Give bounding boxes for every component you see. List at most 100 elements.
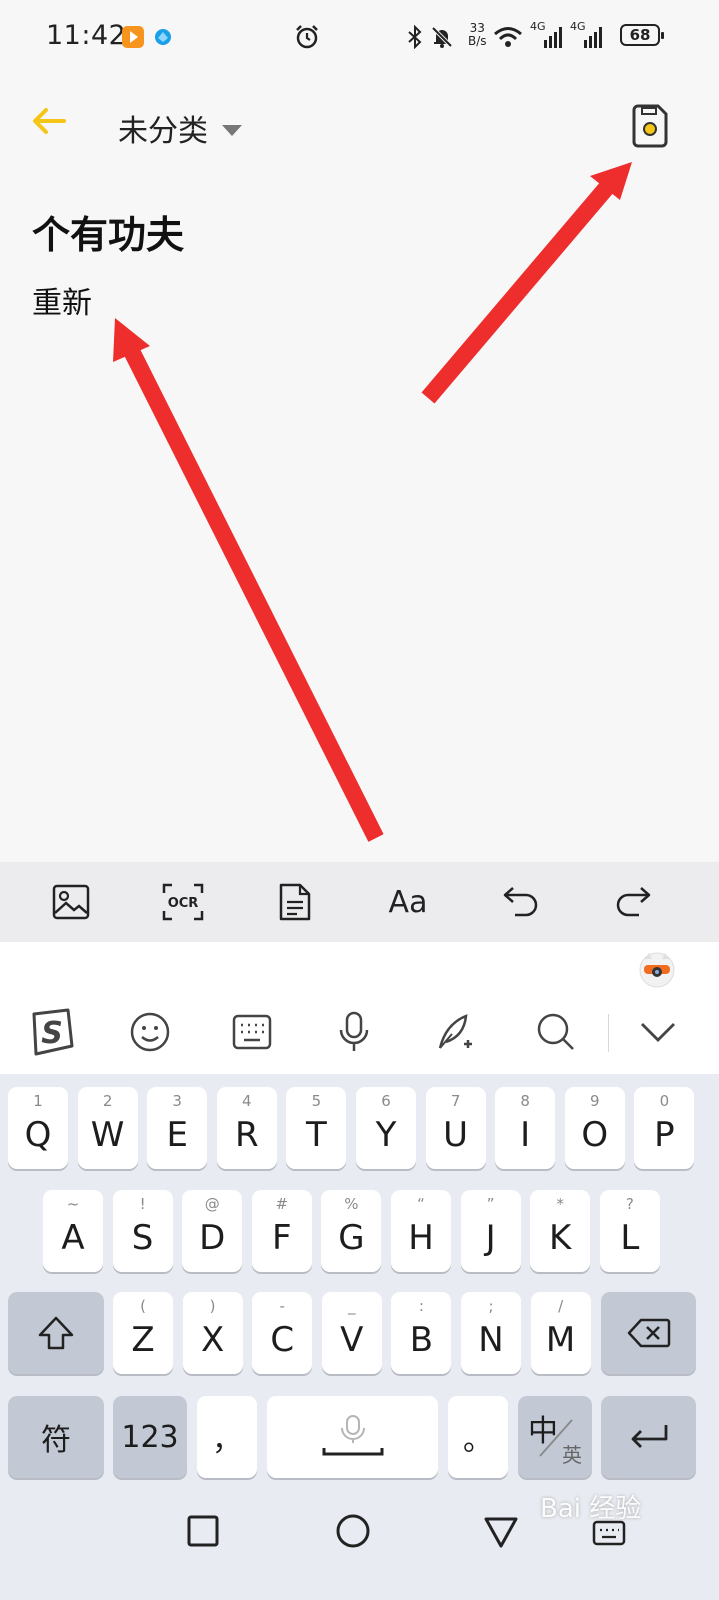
key-hint: 8	[520, 1092, 530, 1110]
search-icon	[537, 1013, 574, 1050]
key-i[interactable]: 8I	[495, 1087, 556, 1169]
key-z[interactable]: (Z	[113, 1292, 173, 1374]
key-hint: (	[140, 1297, 146, 1315]
keyboard-icon	[232, 1014, 272, 1050]
key-hint: _	[348, 1297, 356, 1315]
key-letter: Y	[375, 1115, 397, 1155]
key-letter: U	[443, 1115, 469, 1155]
status-bar: 11:42 33 B/s 4G 4G 68	[0, 0, 719, 74]
key-f[interactable]: # F	[251, 1190, 312, 1272]
key-c[interactable]: -C	[252, 1292, 313, 1374]
network-type-2: 4G	[570, 20, 586, 33]
keyboard-layout-button[interactable]	[222, 1002, 282, 1062]
recents-button[interactable]	[184, 1512, 222, 1550]
category-label: 未分类	[118, 114, 208, 149]
backspace-key[interactable]	[601, 1292, 696, 1374]
undo-button[interactable]	[486, 862, 556, 942]
key-hint: -	[279, 1297, 285, 1315]
note-title[interactable]: 个有功夫	[32, 204, 184, 259]
key-letter: M	[545, 1320, 576, 1360]
key-k[interactable]: * K	[530, 1190, 591, 1272]
key-d[interactable]: @ D	[182, 1190, 243, 1272]
sogou-s-icon: S	[32, 1008, 74, 1056]
key-letter: N	[478, 1320, 504, 1360]
symbols-key[interactable]: 符	[8, 1396, 104, 1478]
key-p[interactable]: 0P	[634, 1087, 695, 1169]
symbols-key-label: 符	[41, 1423, 71, 1458]
key-x[interactable]: ) X	[182, 1292, 243, 1374]
key-y[interactable]: 6Y	[356, 1087, 416, 1169]
numbers-key[interactable]: 123	[113, 1396, 187, 1478]
key-a[interactable]: ~ A	[43, 1190, 103, 1272]
arrow-to-body-text	[113, 318, 384, 842]
key-j[interactable]: ” J	[460, 1190, 521, 1272]
undo-icon	[503, 887, 538, 917]
key-letter: C	[270, 1320, 295, 1360]
key-s[interactable]: ! S	[112, 1190, 173, 1272]
key-r[interactable]: 4R	[216, 1087, 277, 1169]
toolbar-divider	[608, 1014, 609, 1052]
key-hint: 9	[590, 1092, 600, 1110]
key-q[interactable]: 1Q	[8, 1087, 68, 1169]
back-button[interactable]	[28, 100, 72, 144]
note-body[interactable]: 重新	[32, 278, 92, 322]
key-w[interactable]: 2W	[77, 1087, 138, 1169]
document-icon	[279, 883, 311, 921]
search-button[interactable]	[526, 1002, 586, 1062]
key-letter: J	[485, 1218, 496, 1258]
key-u[interactable]: 7U	[425, 1087, 486, 1169]
back-arrow-icon	[33, 108, 66, 134]
ocr-button[interactable]: OCR	[148, 862, 218, 942]
text-style-label: Aa	[388, 884, 428, 920]
document-button[interactable]	[260, 862, 330, 942]
key-n[interactable]: ; N	[461, 1292, 521, 1374]
redo-button[interactable]	[598, 862, 668, 942]
shift-key[interactable]	[8, 1292, 104, 1374]
collapse-keyboard-button[interactable]	[628, 1002, 688, 1062]
voice-input-button[interactable]	[324, 1002, 384, 1062]
backspace-icon	[627, 1318, 670, 1348]
enter-key[interactable]	[601, 1396, 696, 1478]
back-nav-button[interactable]	[482, 1514, 520, 1552]
key-b[interactable]: :B	[391, 1292, 452, 1374]
emoji-button[interactable]	[120, 1002, 180, 1062]
image-icon	[52, 884, 90, 920]
handwriting-button[interactable]	[424, 1002, 484, 1062]
speed-unit: B/s	[468, 34, 487, 48]
category-dropdown[interactable]: 未分类	[118, 106, 242, 150]
signal-1-icon: 4G	[530, 20, 564, 52]
comma-key[interactable]: ，	[197, 1396, 257, 1478]
key-o[interactable]: 9O	[564, 1087, 625, 1169]
save-button[interactable]	[630, 104, 670, 148]
key-letter: R	[234, 1115, 259, 1155]
space-key[interactable]	[267, 1396, 438, 1478]
language-switch-key[interactable]: 中 英	[518, 1396, 592, 1478]
text-style-button[interactable]: Aa	[373, 862, 443, 942]
format-toolbar: OCR Aa	[0, 862, 719, 942]
comma-key-label: ，	[212, 1423, 242, 1458]
key-hint: ;	[488, 1297, 494, 1315]
key-h[interactable]: “H	[391, 1190, 451, 1272]
key-g[interactable]: % G	[321, 1190, 382, 1272]
period-key[interactable]: 。	[448, 1396, 508, 1478]
key-letter: H	[408, 1218, 434, 1258]
key-letter: T	[306, 1115, 327, 1155]
key-letter: P	[654, 1115, 675, 1155]
key-letter: A	[61, 1218, 85, 1258]
key-l[interactable]: ? L	[599, 1190, 660, 1272]
keyboard-mascot-icon[interactable]	[638, 950, 676, 988]
key-v[interactable]: _ V	[321, 1292, 382, 1374]
insert-image-button[interactable]	[36, 862, 106, 942]
key-e[interactable]: 3E	[147, 1087, 208, 1169]
key-hint: #	[275, 1195, 289, 1213]
key-letter: V	[340, 1320, 364, 1360]
key-hint: 6	[381, 1092, 391, 1110]
key-m[interactable]: / M	[530, 1292, 591, 1374]
home-button[interactable]	[334, 1512, 372, 1550]
key-letter: B	[409, 1320, 434, 1360]
sogou-logo-button[interactable]: S	[20, 1002, 80, 1062]
key-t[interactable]: 5T	[286, 1087, 347, 1169]
shift-arrow-icon	[38, 1316, 74, 1350]
key-letter: D	[199, 1218, 226, 1258]
key-hint: 4	[242, 1092, 252, 1110]
